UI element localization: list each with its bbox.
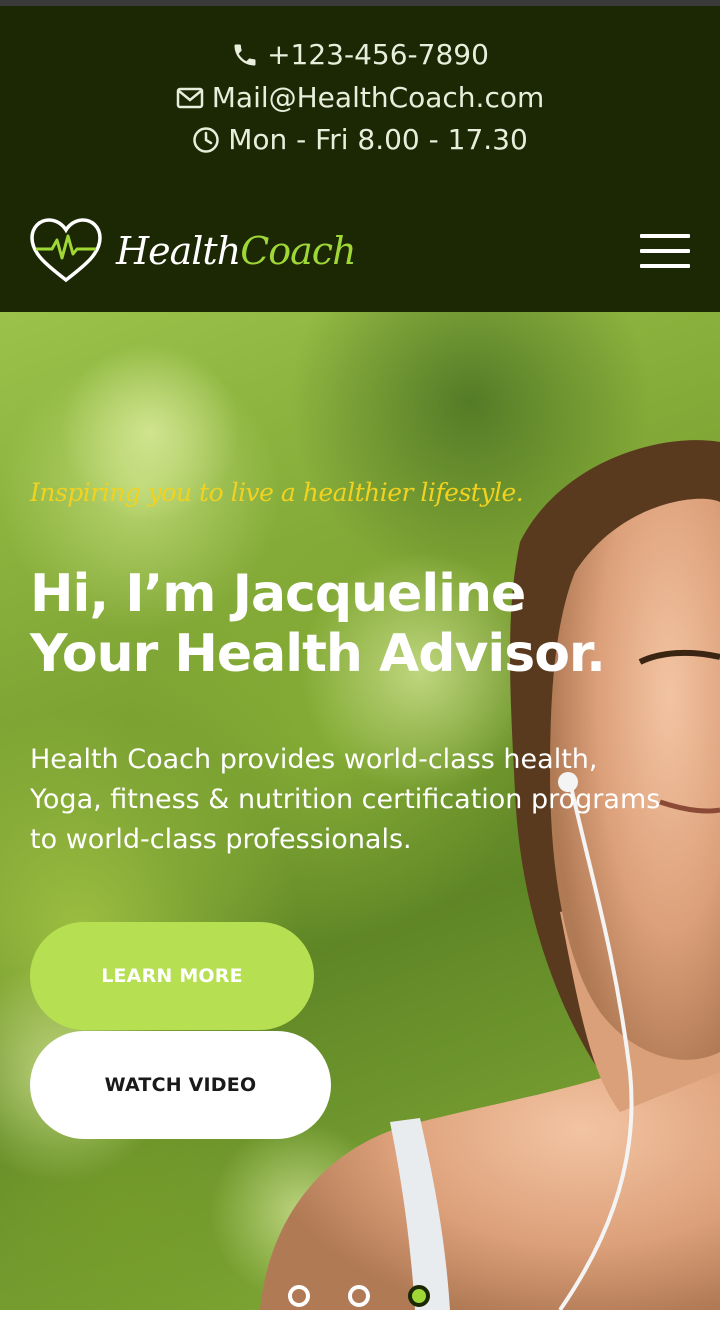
logo-coach-text: Coach: [240, 229, 356, 273]
hero-tagline: Inspiring you to live a healthier lifest…: [30, 478, 524, 507]
page-bottom-strip: [0, 1310, 720, 1320]
learn-more-button[interactable]: LEARN MORE: [30, 922, 314, 1030]
slider-dot-1[interactable]: [288, 1285, 310, 1307]
contact-bar: +123-456-7890 Mail@HealthCoach.com Mon -…: [0, 6, 720, 192]
logo-health-text: Health: [116, 229, 241, 273]
heart-pulse-icon: [30, 218, 102, 283]
headline-line-1: Hi, I’m Jacqueline: [30, 564, 526, 624]
contact-email[interactable]: Mail@HealthCoach.com: [0, 81, 720, 115]
site-header: HealthCoach: [0, 192, 720, 312]
email-address: Mail@HealthCoach.com: [211, 81, 545, 114]
slider-dot-3-active[interactable]: [408, 1285, 430, 1307]
contact-phone[interactable]: +123-456-7890: [0, 38, 720, 72]
phone-icon: [234, 44, 256, 66]
phone-number: +123-456-7890: [267, 38, 489, 71]
headline-line-2: Your Health Advisor.: [30, 624, 606, 684]
envelope-icon: [176, 87, 203, 109]
opening-hours: Mon - Fri 8.00 - 17.30: [228, 123, 528, 156]
slider-pagination: [288, 1285, 438, 1307]
slider-dot-2[interactable]: [348, 1285, 370, 1307]
contact-hours: Mon - Fri 8.00 - 17.30: [0, 123, 720, 157]
watch-video-button[interactable]: WATCH VIDEO: [30, 1031, 331, 1139]
logo[interactable]: HealthCoach: [28, 216, 368, 286]
hero-headline: Hi, I’m Jacqueline Your Health Advisor.: [30, 564, 710, 684]
hero-slider: Inspiring you to live a healthier lifest…: [0, 312, 720, 1310]
logo-wordmark: HealthCoach: [116, 229, 357, 273]
hero-description: Health Coach provides world-class health…: [30, 744, 661, 855]
clock-icon: [193, 127, 219, 153]
hamburger-menu-icon[interactable]: [636, 232, 692, 272]
